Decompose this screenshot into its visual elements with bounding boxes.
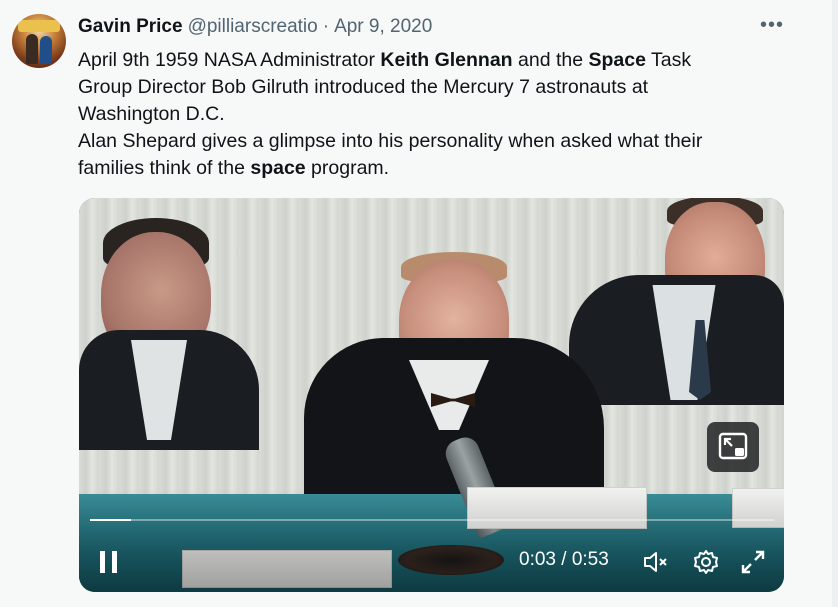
- tweet-text-line-2: Group Director Bob Gilruth introduced th…: [78, 76, 649, 98]
- highlight-space-2: space: [250, 157, 306, 179]
- avatar-person-right: [40, 36, 52, 64]
- tweet-text: April 9th 1959 NASA Administrator Keith …: [78, 47, 778, 182]
- author-handle[interactable]: @pilliarscreatio: [188, 16, 318, 38]
- more-dots-icon: •••: [759, 14, 784, 36]
- controls-gradient-overlay: [79, 488, 784, 592]
- author-name[interactable]: Gavin Price: [78, 16, 183, 38]
- video-progress-fill: [90, 519, 132, 521]
- highlight-space: Space: [588, 49, 646, 71]
- fullscreen-button[interactable]: [737, 546, 769, 578]
- video-frame: [79, 198, 784, 592]
- header-separator: ·: [322, 16, 330, 37]
- video-progress-bar[interactable]: [90, 519, 774, 521]
- page-scrollbar[interactable]: [832, 0, 838, 607]
- highlight-keith-glennan: Keith Glennan: [380, 49, 513, 71]
- pause-button[interactable]: [95, 546, 123, 578]
- mute-button[interactable]: [640, 546, 672, 578]
- tweet-timestamp[interactable]: Apr 9, 2020: [334, 16, 432, 38]
- picture-in-picture-button[interactable]: [707, 422, 759, 472]
- video-time-separator: /: [555, 549, 572, 570]
- more-options-button[interactable]: •••: [758, 14, 786, 40]
- author-avatar[interactable]: [12, 14, 66, 68]
- video-duration: 0:53: [571, 549, 609, 570]
- fullscreen-expand-icon: [741, 550, 765, 574]
- tweet-text-line-4: Alan Shepard gives a glimpse into his pe…: [78, 130, 703, 152]
- volume-muted-icon: [644, 552, 667, 572]
- avatar-person-left: [26, 34, 38, 64]
- video-time-display: 0:03 / 0:53: [519, 549, 609, 575]
- settings-gear-icon: [694, 550, 718, 574]
- video-current-time: 0:03: [519, 549, 556, 570]
- pause-icon: [100, 551, 117, 573]
- tweet-header: Gavin Price @pilliarscreatio · Apr 9, 20…: [78, 14, 432, 40]
- tweet-card[interactable]: Gavin Price @pilliarscreatio · Apr 9, 20…: [0, 0, 838, 607]
- picture-in-picture-icon: [718, 432, 748, 460]
- avatar-sign-shape: [18, 20, 60, 32]
- tweet-text-line-3: Washington D.C.: [78, 103, 225, 125]
- video-player[interactable]: [79, 198, 784, 592]
- tweet-text-line-5: families think of the space program.: [78, 157, 390, 179]
- settings-button[interactable]: [690, 546, 722, 578]
- tweet-text-line-1: April 9th 1959 NASA Administrator Keith …: [78, 49, 692, 71]
